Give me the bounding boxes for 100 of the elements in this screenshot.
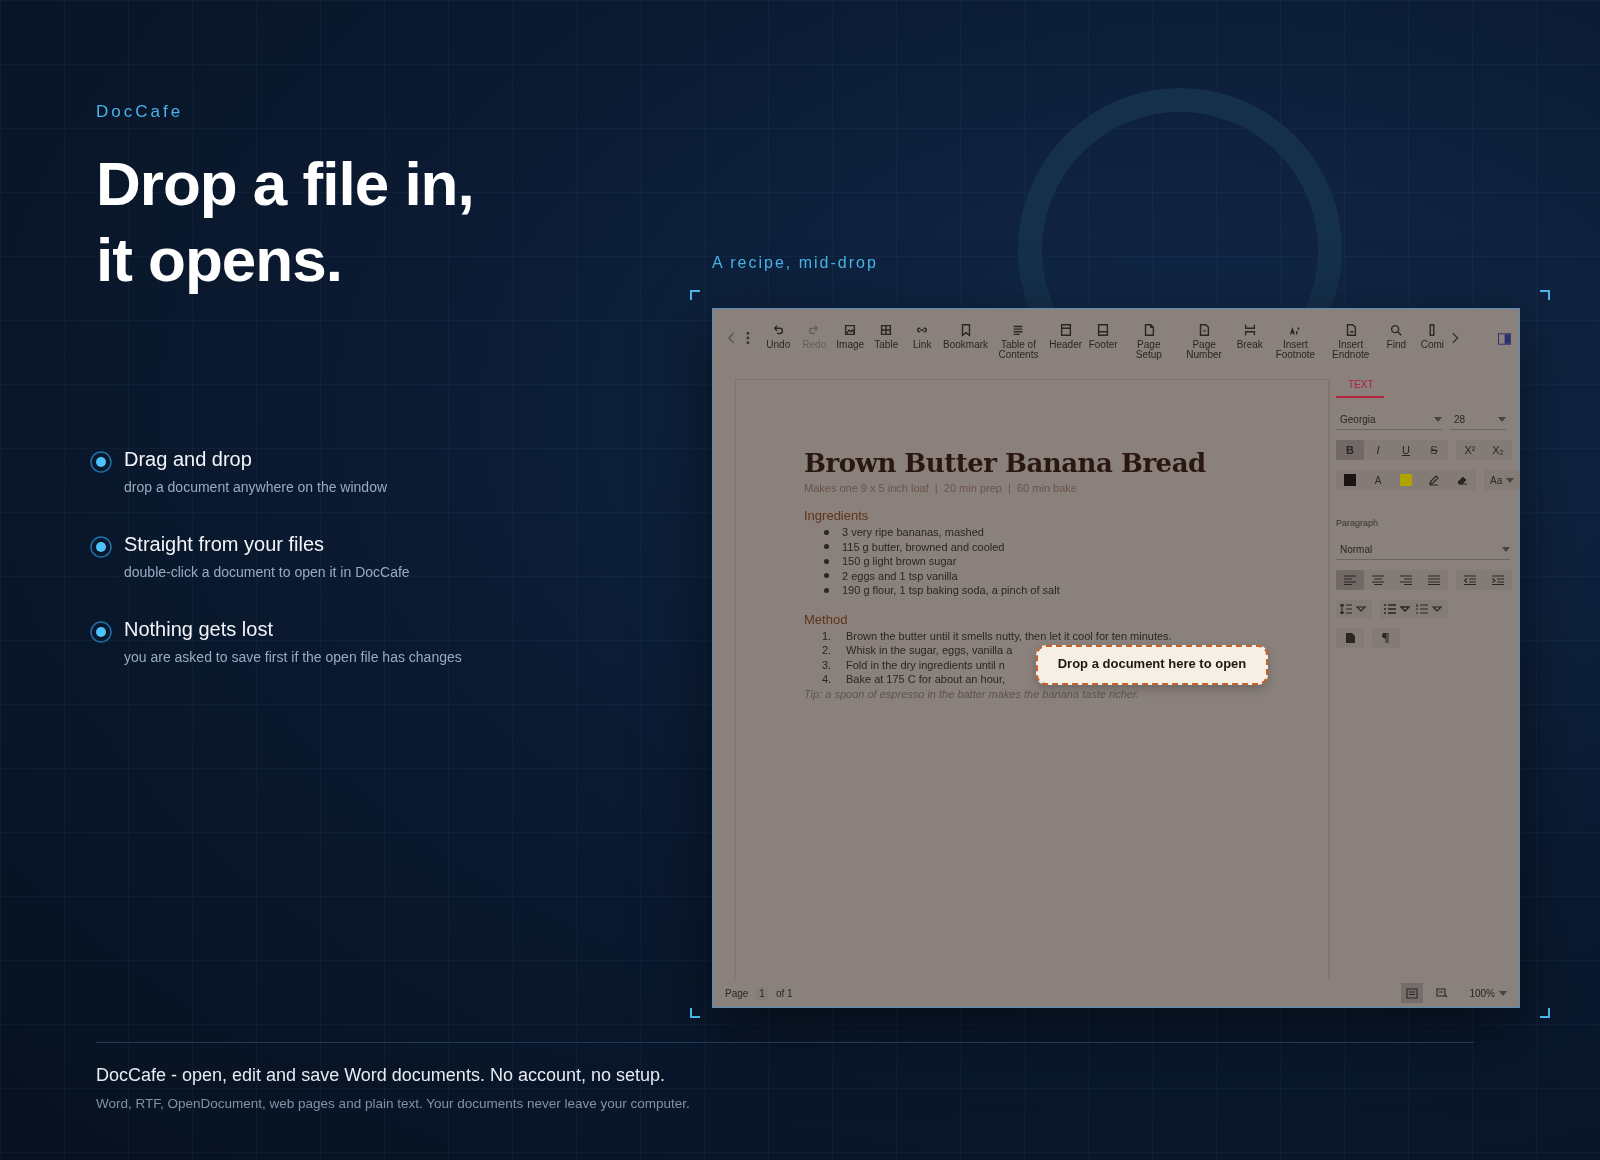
- bullet-icon: [90, 621, 112, 643]
- list-item-text: 150 g light brown sugar: [842, 554, 957, 569]
- toolbar-button[interactable]: Comi: [1414, 323, 1451, 350]
- font-select[interactable]: Georgia: [1336, 408, 1442, 430]
- table-icon: [879, 323, 894, 337]
- corner-mark: [1540, 1008, 1550, 1018]
- align-left-icon: [1344, 575, 1356, 585]
- list-number: 1.: [822, 628, 833, 643]
- color-swatch[interactable]: [1344, 474, 1356, 486]
- pilcrow-icon[interactable]: [1382, 633, 1390, 643]
- feature-title: Straight from your files: [124, 533, 326, 556]
- align-button[interactable]: [1336, 570, 1364, 590]
- paragraph-label: Paragraph: [1336, 518, 1380, 528]
- bullet-icon: [824, 529, 829, 535]
- toolbar-button[interactable]: Table of Contents: [990, 323, 1047, 360]
- page-view-icon: [1406, 987, 1419, 999]
- toolbar-button[interactable]: Table: [868, 323, 905, 350]
- chevron-left-icon[interactable]: [727, 331, 737, 345]
- format-button[interactable]: U: [1392, 440, 1420, 460]
- list-item-text: 3 very ripe bananas, mashed: [842, 525, 984, 540]
- list-item-text: 2 eggs and 1 tsp vanilla: [842, 568, 958, 583]
- list-item-text: 190 g flour, 1 tsp baking soda, a pinch of salt: [842, 583, 1060, 598]
- toolbar-button[interactable]: Bookmark: [940, 323, 991, 350]
- bullet-icon: [824, 587, 829, 593]
- zoom-select[interactable]: 100%: [1469, 987, 1507, 999]
- format-button[interactable]: I: [1364, 440, 1392, 460]
- footer-text: Word, RTF, OpenDocument, web pages and plain text. Your documents never leave your computer.: [96, 1096, 691, 1111]
- headline: Drop a file in, it opens.: [96, 148, 475, 296]
- view-button[interactable]: [1401, 983, 1424, 1003]
- toolbar-button[interactable]: Page Setup: [1121, 323, 1177, 360]
- undo-icon: [771, 323, 786, 337]
- footer-icon: [1096, 323, 1111, 337]
- break-icon: [1242, 323, 1257, 337]
- bullet-icon: [90, 451, 112, 473]
- list-number: 3.: [822, 657, 833, 672]
- toolbar-button[interactable]: Link: [904, 323, 941, 350]
- bullet-icon: [824, 573, 829, 579]
- toolbar-button[interactable]: Page Number: [1176, 323, 1232, 360]
- list-item-text: Fold in the dry ingredients until n: [846, 657, 1005, 672]
- toolbar-button[interactable]: Image: [832, 323, 869, 350]
- footer-title: DocCafe - open, edit and save Word documents. No account, no setup.: [96, 1065, 666, 1086]
- image-icon: [843, 323, 858, 337]
- bullet-icon: [90, 536, 112, 558]
- section-heading: Method: [804, 611, 849, 627]
- page-icon[interactable]: [1345, 633, 1355, 643]
- indent-icon[interactable]: [1492, 575, 1504, 585]
- page-icon: [1197, 323, 1212, 337]
- line-spacing-icon[interactable]: [1340, 604, 1368, 614]
- more-icon[interactable]: [746, 331, 751, 345]
- web-view-icon: [1436, 987, 1449, 999]
- brand-name: DocCafe: [96, 102, 185, 122]
- feature-text: double-click a document to open it in DocCafe: [124, 564, 410, 580]
- format-button[interactable]: S: [1420, 440, 1448, 460]
- corner-mark: [690, 290, 700, 300]
- drop-overlay: Drop a document here to open: [1036, 644, 1268, 685]
- toolbar-button[interactable]: Break: [1231, 323, 1268, 350]
- list-number: 2.: [822, 643, 833, 658]
- format-button[interactable]: B: [1336, 440, 1364, 460]
- justify-icon: [1428, 575, 1440, 585]
- color-swatch[interactable]: [1400, 474, 1412, 486]
- feature-title: Drag and drop: [124, 448, 253, 471]
- pen-icon[interactable]: [1428, 474, 1440, 486]
- header-icon: [1058, 323, 1073, 337]
- size-select[interactable]: 28: [1450, 408, 1506, 430]
- list-item-text: Whisk in the sugar, eggs, vanilla a: [846, 643, 1013, 658]
- search-icon: [1389, 323, 1404, 337]
- case-button[interactable]: Aa: [1484, 470, 1521, 490]
- page-label: Page: [725, 987, 749, 999]
- bullet-icon: [824, 544, 829, 550]
- script-button[interactable]: X₂: [1484, 440, 1512, 460]
- paragraph-select[interactable]: Normal: [1336, 538, 1510, 560]
- section-heading: Ingredients: [804, 508, 870, 523]
- chevron-right-icon[interactable]: [1450, 331, 1460, 345]
- font-color-button[interactable]: A: [1364, 470, 1392, 490]
- document-title: Brown Butter Banana Bread: [804, 448, 1207, 478]
- toolbar-button[interactable]: Find: [1378, 323, 1415, 350]
- panel-icon[interactable]: [1497, 333, 1511, 345]
- feature-title: Nothing gets lost: [124, 618, 274, 641]
- outdent-icon[interactable]: [1464, 575, 1476, 585]
- toolbar-button[interactable]: Insert Endnote: [1323, 323, 1379, 360]
- list-item-text: Bake at 175 C for about an hour,: [846, 672, 1005, 687]
- align-right-icon: [1400, 575, 1412, 585]
- page-count: of 1: [775, 987, 793, 999]
- feature-text: drop a document anywhere on the window: [124, 479, 388, 495]
- toolbar-button[interactable]: Header: [1046, 323, 1086, 350]
- bullet-list-icon[interactable]: [1384, 604, 1412, 614]
- corner-mark: [690, 1008, 700, 1018]
- caption: A recipe, mid-drop: [712, 254, 879, 272]
- script-button[interactable]: X²: [1456, 440, 1484, 460]
- list-number: 4.: [822, 672, 833, 687]
- toolbar-button[interactable]: Undo: [760, 323, 797, 350]
- toolbar-button[interactable]: Footer: [1085, 323, 1122, 350]
- eraser-icon[interactable]: [1456, 474, 1468, 486]
- list-item-text: 115 g butter, browned and cooled: [842, 539, 1005, 554]
- list-item-text: Brown the butter until it smells nutty, then let it cool for ten minutes.: [846, 628, 1172, 643]
- numbered-list-icon[interactable]: [1416, 604, 1444, 614]
- align-center-icon: [1372, 575, 1384, 585]
- feature-text: you are asked to save first if the open file has changes: [124, 649, 462, 665]
- page-number-field[interactable]: 1: [756, 986, 768, 1000]
- toolbar-button[interactable]: Insert Footnote: [1267, 323, 1324, 360]
